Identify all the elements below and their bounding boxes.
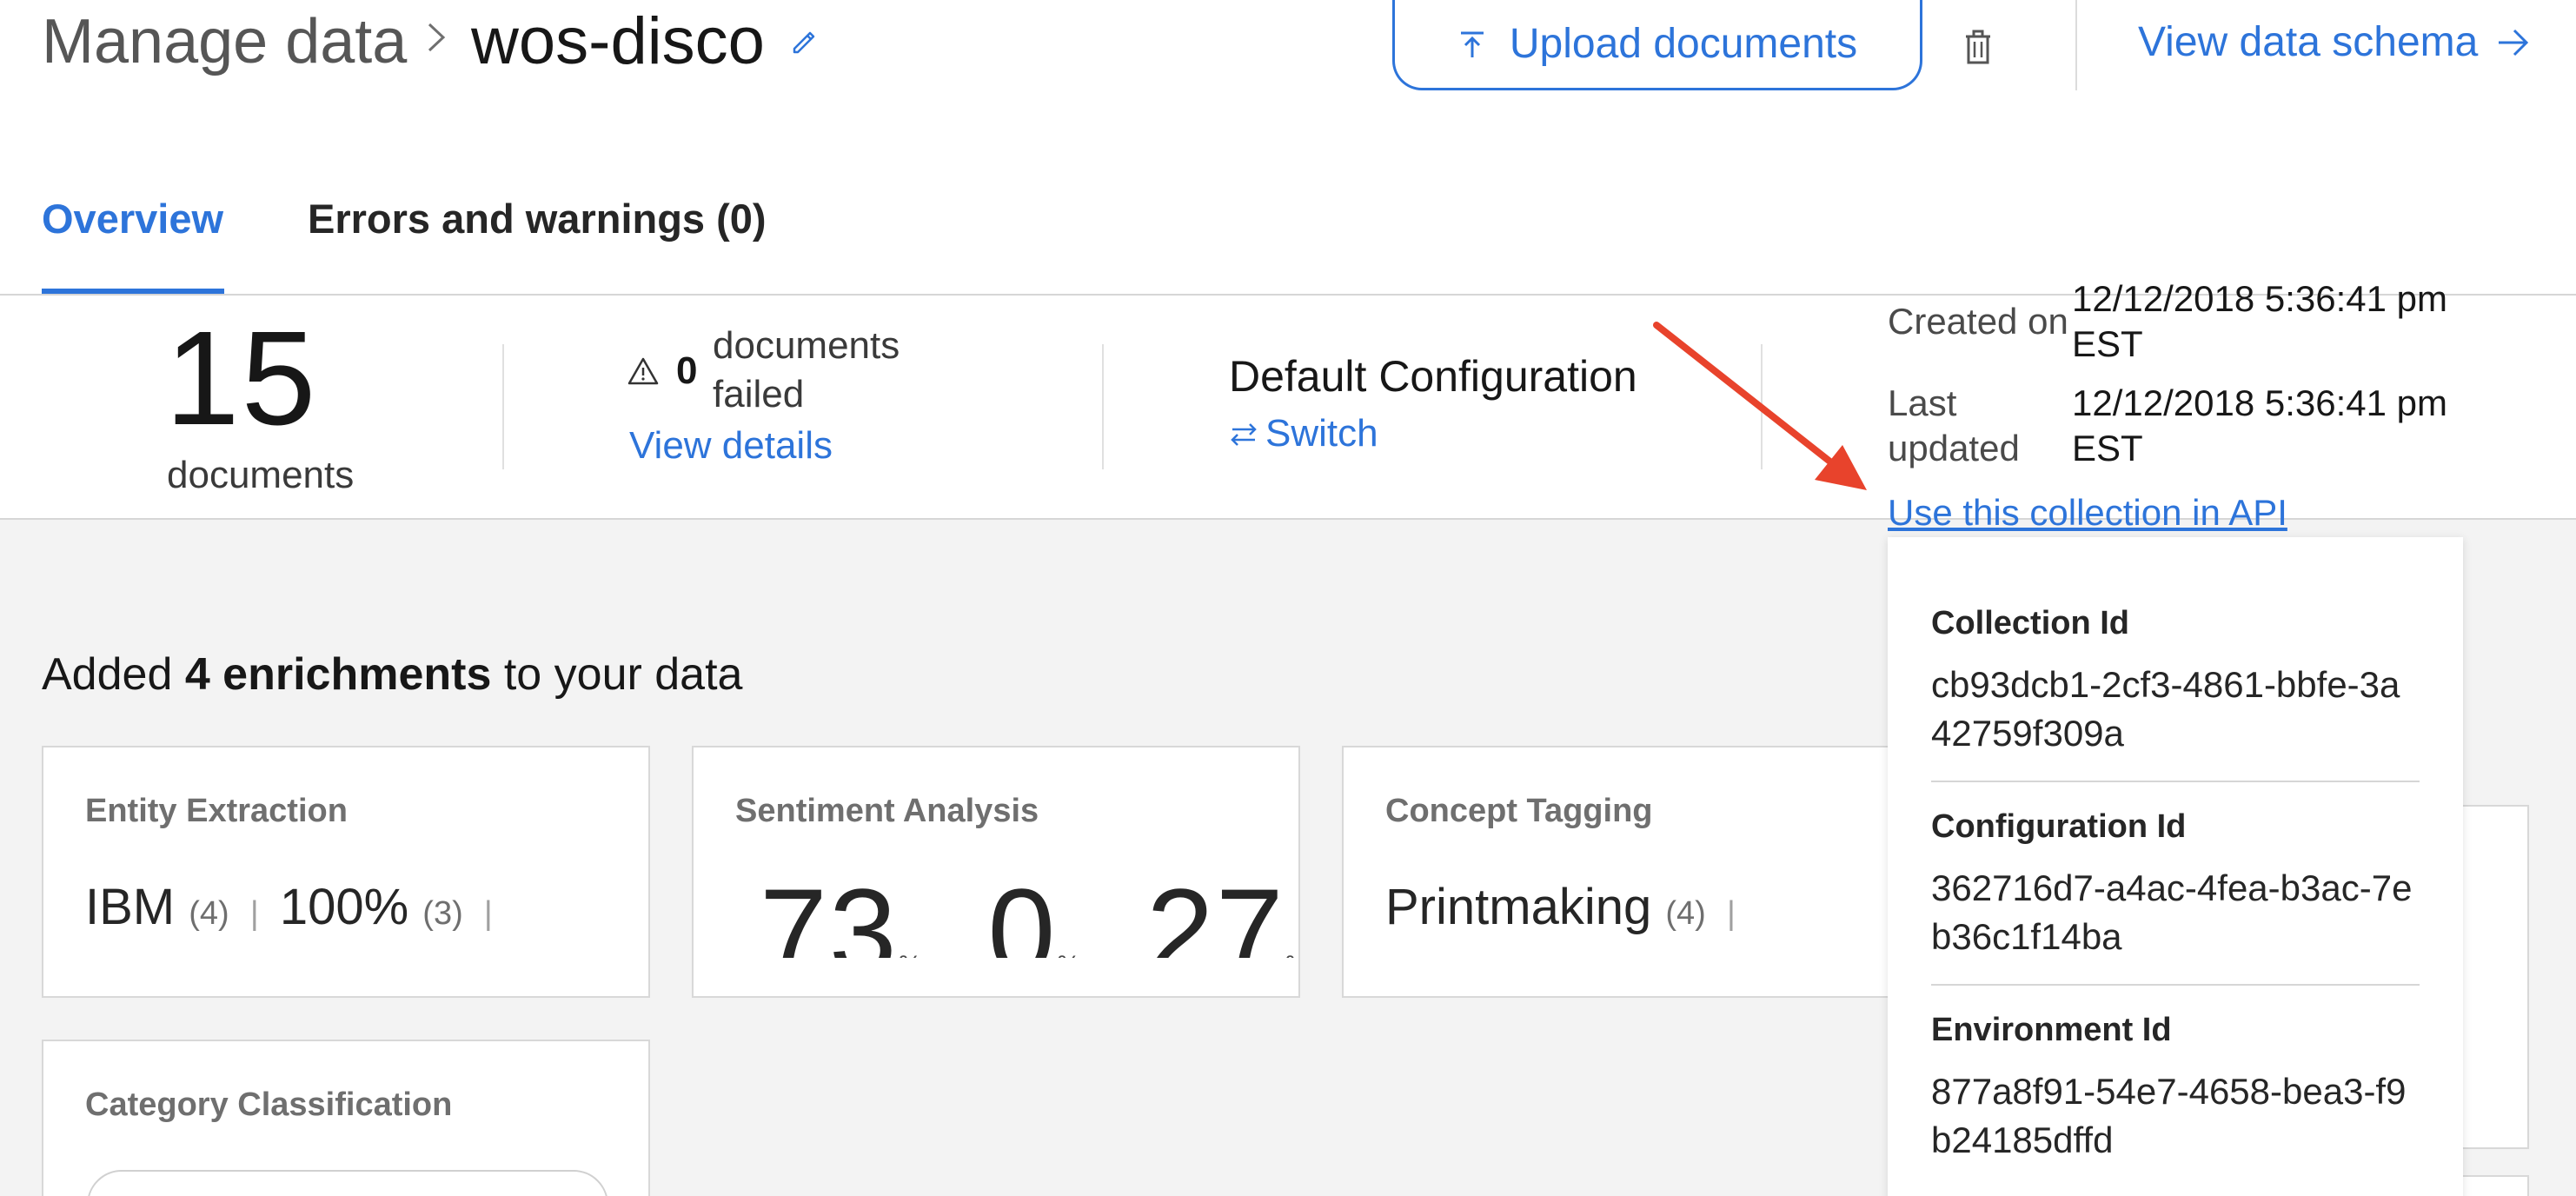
enrichments-heading: Added 4 enrichments to your data bbox=[42, 649, 743, 700]
tab-errors-and-warnings[interactable]: Errors and warnings (0) bbox=[308, 193, 767, 245]
collection-id-label: Collection Id bbox=[1931, 605, 2129, 641]
view-details-link[interactable]: View details bbox=[629, 424, 833, 468]
configuration-name: Default Configuration bbox=[1229, 352, 1637, 401]
use-collection-in-api-link[interactable]: Use this collection in API bbox=[1888, 488, 2287, 537]
sentiment-positive: 73% bbox=[760, 871, 921, 958]
entity-name: 100% bbox=[279, 879, 409, 935]
warning-icon bbox=[627, 357, 659, 385]
concept-name: Printmaking bbox=[1385, 879, 1652, 935]
active-tab-indicator bbox=[42, 289, 224, 294]
configuration-id-label: Configuration Id bbox=[1931, 808, 2187, 845]
document-count: 15 bbox=[165, 303, 318, 453]
concept-count: (4) bbox=[1665, 895, 1706, 932]
arrow-right-icon bbox=[2499, 29, 2529, 56]
document-count-label: documents bbox=[167, 454, 355, 496]
upload-documents-label: Upload documents bbox=[1509, 21, 1858, 67]
api-details-popover: Collection Id cb93dcb1-2cf3-4861-bbfe-3a… bbox=[1888, 537, 2463, 1196]
category-classification-card[interactable]: Category Classification bbox=[42, 1040, 650, 1196]
entity-name: IBM bbox=[85, 879, 176, 935]
failed-documents-count: 0 bbox=[676, 349, 698, 392]
sentiment-negative: 27% bbox=[1145, 871, 1298, 958]
concept-tagging-card[interactable]: Concept Tagging Printmaking (4) | bbox=[1342, 746, 1950, 998]
environment-id-label: Environment Id bbox=[1931, 1012, 2172, 1048]
category-chart-placeholder bbox=[87, 1170, 608, 1196]
sentiment-analysis-card[interactable]: Sentiment Analysis 73% 0% 27% bbox=[692, 746, 1300, 998]
view-data-schema-label: View data schema bbox=[2138, 19, 2479, 65]
environment-id-section: Environment Id 877a8f91-54e7-4658-bea3-f… bbox=[1931, 1008, 2418, 1165]
popover-divider bbox=[1931, 781, 2420, 782]
tab-overview[interactable]: Overview bbox=[42, 193, 223, 245]
sentiment-neutral: 0% bbox=[987, 871, 1080, 958]
collection-id-value[interactable]: cb93dcb1-2cf3-4861-bbfe-3a42759f309a bbox=[1931, 661, 2418, 758]
switch-label: Switch bbox=[1265, 412, 1378, 455]
created-on-value: 12/12/2018 5:36:41 pm EST bbox=[2072, 278, 2448, 364]
switch-arrows-icon bbox=[1231, 423, 1257, 446]
card-title: Sentiment Analysis bbox=[735, 793, 1039, 829]
switch-configuration-link[interactable]: Switch bbox=[1229, 412, 1378, 455]
breadcrumb-manage-data[interactable]: Manage data bbox=[42, 5, 407, 78]
stats-separator bbox=[502, 344, 504, 469]
sentiment-values: 73% 0% 27% bbox=[760, 871, 1298, 958]
upload-documents-button[interactable]: Upload documents bbox=[1392, 0, 1922, 90]
stats-separator bbox=[1102, 344, 1104, 469]
upload-icon bbox=[1460, 31, 1484, 57]
header-divider bbox=[2075, 0, 2077, 90]
trash-icon[interactable] bbox=[1962, 30, 1994, 64]
environment-id-value[interactable]: 877a8f91-54e7-4658-bea3-f9b24185dffd bbox=[1931, 1067, 2418, 1165]
annotation-arrow bbox=[1653, 322, 1867, 490]
configuration-id-value[interactable]: 362716d7-a4ac-4fea-b3ac-7eb36c1f14ba bbox=[1931, 864, 2418, 961]
pencil-icon[interactable] bbox=[789, 26, 819, 56]
entity-count: (4) bbox=[189, 895, 229, 932]
chevron-right-icon bbox=[428, 23, 446, 52]
entity-list: IBM (4) | 100% (3) | bbox=[85, 879, 493, 935]
last-updated-label: Last updated bbox=[1888, 382, 2020, 468]
created-on-label: Created on bbox=[1888, 301, 2068, 342]
entity-extraction-card[interactable]: Entity Extraction IBM (4) | 100% (3) | bbox=[42, 746, 650, 998]
configuration-id-section: Configuration Id 362716d7-a4ac-4fea-b3ac… bbox=[1931, 805, 2418, 961]
collection-id-section: Collection Id cb93dcb1-2cf3-4861-bbfe-3a… bbox=[1931, 601, 2418, 758]
popover-divider bbox=[1931, 984, 2420, 986]
entity-count: (3) bbox=[422, 895, 463, 932]
concept-list: Printmaking (4) | bbox=[1385, 879, 1736, 935]
last-updated-value: 12/12/2018 5:36:41 pm EST bbox=[2072, 382, 2448, 468]
page-title: wos-disco bbox=[471, 4, 765, 78]
failed-documents-label: documents failed bbox=[713, 324, 900, 415]
card-title: Category Classification bbox=[85, 1086, 453, 1123]
view-data-schema-link[interactable]: View data schema bbox=[2138, 12, 2530, 73]
